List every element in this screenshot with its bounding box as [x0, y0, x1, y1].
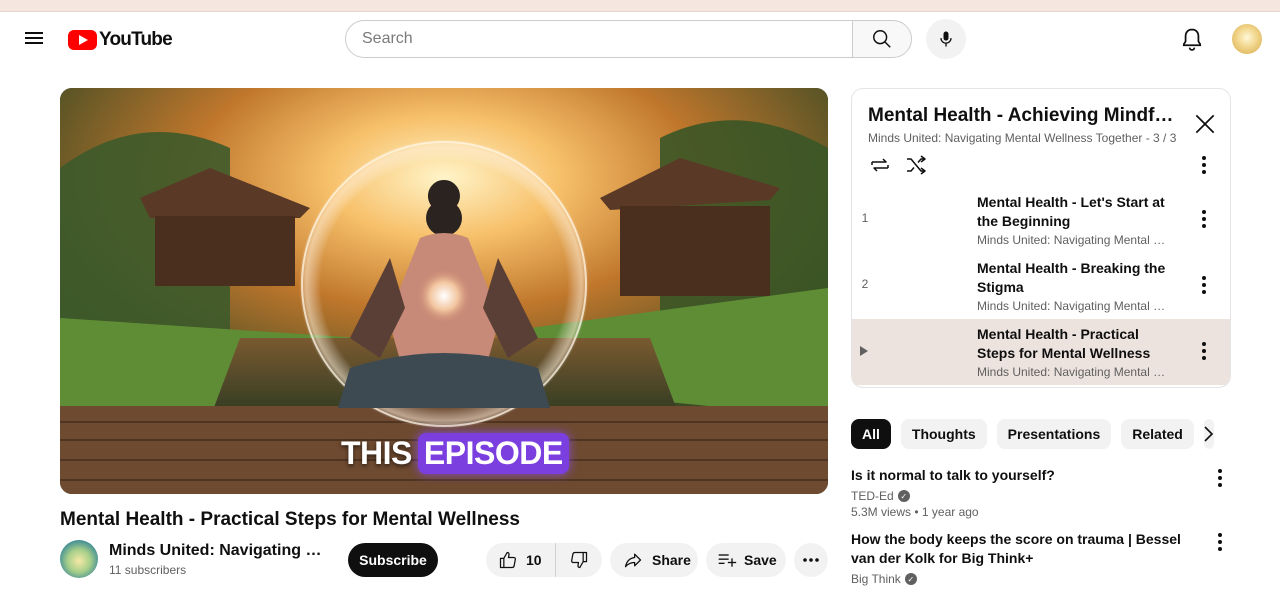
search-bar	[345, 20, 912, 58]
youtube-logo[interactable]: YouTube	[68, 28, 173, 52]
playlist-item-channel: Minds United: Navigating Mental Wellness…	[977, 299, 1167, 313]
like-count: 10	[526, 552, 542, 568]
verified-icon: ✓	[904, 573, 917, 585]
recommendation-channel-name: Big Think	[851, 572, 901, 586]
logo-text: YouTube	[99, 29, 173, 50]
video-title: Mental Health - Practical Steps for Ment…	[60, 509, 520, 530]
account-avatar[interactable]	[1232, 24, 1262, 54]
recommendation-channel: TED-Ed ✓	[851, 489, 1201, 503]
mic-icon	[940, 31, 952, 47]
recommendation-meta: 5.3M views • 1 year ago	[851, 505, 979, 519]
video-player[interactable]: THIS EPISODE	[60, 88, 828, 494]
overlay-word-2: EPISODE	[417, 432, 569, 474]
save-button[interactable]: Save	[706, 543, 786, 577]
browser-top-strip	[0, 0, 1280, 12]
subscribe-button[interactable]: Subscribe	[348, 543, 438, 577]
recommendation-item[interactable]: Is it normal to talk to yourself? TED-Ed…	[851, 466, 1201, 519]
chip-all[interactable]: All	[851, 419, 891, 449]
close-icon[interactable]	[1192, 111, 1218, 137]
subscriber-count: 11 subscribers	[109, 563, 187, 577]
playlist-item-index: 2	[861, 277, 869, 291]
playlist-item[interactable]: 1 Mental Health - Let's Start at the Beg…	[852, 187, 1230, 253]
more-horizontal-icon	[803, 558, 819, 562]
bell-icon[interactable]	[1178, 26, 1206, 54]
playlist-item-active[interactable]: Mental Health - Practical Steps for Ment…	[852, 319, 1230, 385]
thumbnail-overlay-text: THIS EPISODE	[341, 430, 569, 476]
like-button[interactable]: 10	[486, 543, 556, 577]
thumbs-down-icon	[571, 551, 588, 569]
playlist-item-title: Mental Health - Let's Start at the Begin…	[977, 194, 1165, 229]
playlist-item-title: Mental Health - Breaking the Stigma	[977, 260, 1166, 295]
search-button[interactable]	[852, 20, 912, 58]
youtube-play-icon	[68, 30, 97, 50]
playlist-item-thumbnail	[880, 259, 972, 311]
search-input[interactable]	[345, 20, 852, 58]
playlist-menu-icon[interactable]	[1192, 153, 1216, 177]
chip-presentations[interactable]: Presentations	[996, 419, 1112, 449]
playlist-item[interactable]: 2 Mental Health - Breaking the Stigma Mi…	[852, 253, 1230, 319]
chip-related[interactable]: Related	[1121, 419, 1194, 449]
masthead: YouTube	[0, 12, 1280, 68]
menu-icon[interactable]	[22, 29, 46, 53]
voice-search-button[interactable]	[926, 19, 966, 59]
share-button[interactable]: Share	[610, 543, 698, 577]
playlist-item-title: Mental Health - Practical Steps for Ment…	[977, 326, 1151, 361]
recommendation-channel-name: TED-Ed	[851, 489, 894, 503]
dislike-button[interactable]	[556, 543, 602, 577]
thumbs-up-icon	[499, 551, 516, 569]
recommendation-channel: Big Think ✓	[851, 572, 1201, 586]
add-to-playlist-icon	[718, 554, 737, 567]
playlist-subtitle: Minds United: Navigating Mental Wellness…	[868, 131, 1177, 145]
filter-chips: All Thoughts Presentations Related	[851, 419, 1224, 449]
share-label: Share	[652, 552, 691, 568]
save-label: Save	[744, 552, 777, 568]
verified-icon: ✓	[897, 490, 910, 502]
playlist-item-index: 1	[861, 211, 869, 225]
overlay-word-1: THIS	[341, 434, 412, 471]
recommendation-menu-icon[interactable]	[1208, 466, 1232, 490]
playlist-item-thumbnail	[880, 325, 972, 377]
playlist-item-channel: Minds United: Navigating Mental Wellness…	[977, 365, 1167, 379]
playlist-item-thumbnail	[880, 193, 972, 245]
recommendation-title: Is it normal to talk to yourself?	[851, 467, 1055, 483]
recommendation-item[interactable]: How the body keeps the score on trauma |…	[851, 530, 1201, 586]
share-icon	[624, 553, 642, 568]
shuffle-icon[interactable]	[904, 153, 928, 177]
like-dislike-group: 10	[486, 543, 602, 577]
playlist-item-menu-icon[interactable]	[1192, 273, 1216, 297]
playlist-item-menu-icon[interactable]	[1192, 339, 1216, 363]
channel-name[interactable]: Minds United: Navigating Mental Wellness…	[109, 542, 327, 560]
playlist-item-channel: Minds United: Navigating Mental Wellness…	[977, 233, 1167, 247]
loop-icon[interactable]	[868, 153, 892, 177]
playlist-title[interactable]: Mental Health - Achieving Mindfulness	[868, 105, 1180, 127]
chevron-right-icon[interactable]	[1196, 422, 1220, 446]
recommendation-menu-icon[interactable]	[1208, 530, 1232, 554]
channel-avatar[interactable]	[60, 540, 98, 578]
recommendation-title: How the body keeps the score on trauma |…	[851, 531, 1181, 566]
chip-thoughts[interactable]: Thoughts	[900, 419, 987, 449]
playlist-panel: Mental Health - Achieving Mindfulness Mi…	[851, 88, 1231, 388]
playlist-item-menu-icon[interactable]	[1192, 207, 1216, 231]
more-actions-button[interactable]	[794, 543, 828, 577]
now-playing-icon	[860, 346, 868, 356]
search-icon	[873, 30, 891, 48]
